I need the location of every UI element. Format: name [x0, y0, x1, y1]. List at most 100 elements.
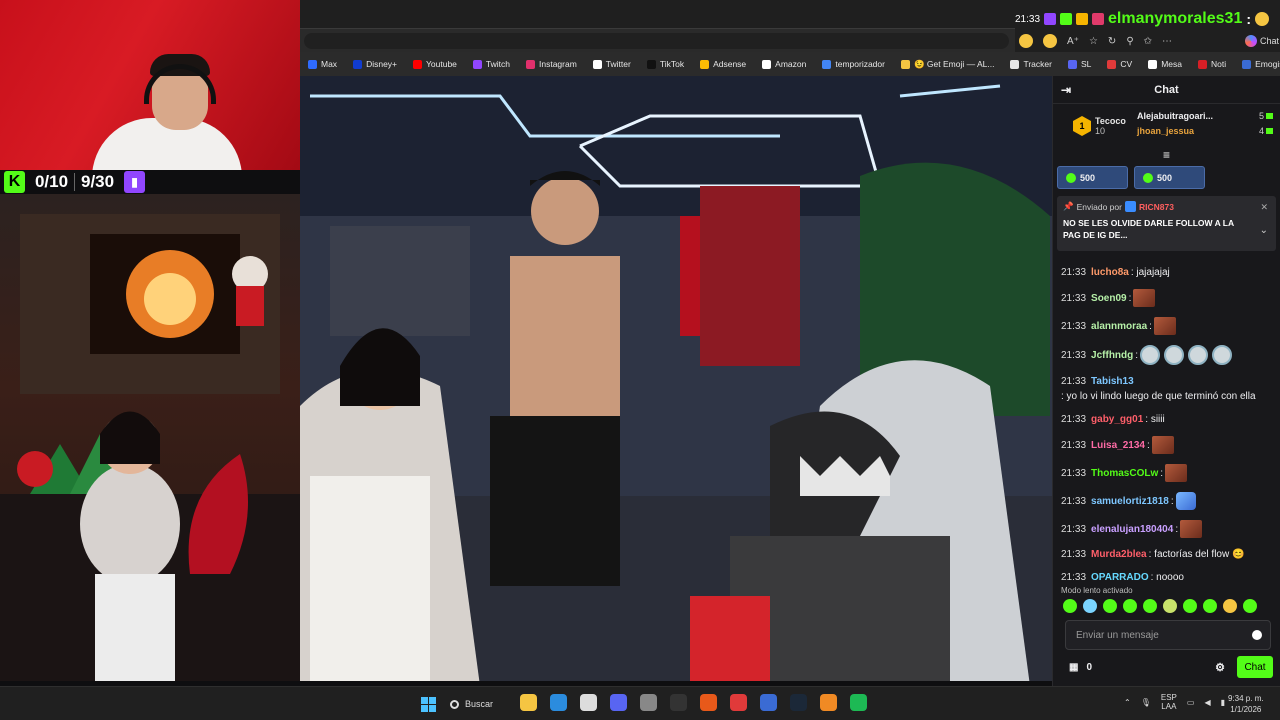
message-username[interactable]: Murda2blea	[1091, 548, 1147, 561]
channel-points[interactable]: ▦ 0	[1069, 662, 1092, 673]
expand-leaderboard-icon[interactable]: ≡	[1053, 149, 1280, 162]
app-icon[interactable]	[820, 694, 837, 711]
app-icon[interactable]	[760, 694, 777, 711]
kicks-gift-button[interactable]: 500	[1057, 166, 1128, 189]
obs-icon[interactable]	[640, 694, 657, 711]
emote-button[interactable]	[1083, 599, 1097, 613]
emote-button[interactable]	[1063, 599, 1077, 613]
copilot-icon	[1244, 35, 1257, 47]
bookmark-item[interactable]: Disney+	[345, 52, 405, 76]
message-username[interactable]: lucho8a	[1091, 266, 1129, 279]
message-text: : noooo	[1150, 572, 1184, 583]
url-field[interactable]	[304, 33, 1009, 49]
bookmark-item[interactable]: Noti	[1190, 52, 1234, 76]
bookmark-item[interactable]: TikTok	[639, 52, 692, 76]
emote-button[interactable]	[1183, 599, 1197, 613]
emote-button[interactable]	[1123, 599, 1137, 613]
bookmark-item[interactable]: Mesa	[1140, 52, 1190, 76]
discord-icon[interactable]	[610, 694, 627, 711]
more-icon[interactable]: ⋯	[1162, 36, 1172, 47]
message-username[interactable]: samuelortiz1818	[1091, 495, 1169, 508]
message-username[interactable]: Jcffhndg	[1091, 349, 1133, 362]
bookmark-favicon-icon	[1148, 59, 1158, 69]
file-explorer-icon[interactable]	[520, 694, 537, 711]
browser-address-bar[interactable]	[300, 28, 1015, 52]
message-username[interactable]: Luisa_2134	[1091, 439, 1145, 452]
extensions-icon[interactable]: ⚲	[1126, 36, 1133, 47]
message-text: :	[1146, 439, 1150, 451]
twitch-goal-count: 9/30	[80, 172, 115, 191]
chevron-up-icon[interactable]: ⌃	[1124, 698, 1131, 707]
emote-button[interactable]	[1103, 599, 1117, 613]
language-indicator[interactable]: ESP LAA	[1161, 693, 1177, 711]
bookmark-item[interactable]: Tracker	[1002, 52, 1060, 76]
emote-button[interactable]	[1203, 599, 1217, 613]
message-username[interactable]: ThomasCOLw	[1091, 467, 1158, 480]
emote-image	[1133, 289, 1156, 307]
bookmark-item[interactable]: Twitch	[465, 52, 518, 76]
epic-games-icon[interactable]	[670, 694, 687, 711]
bookmark-item[interactable]: SL	[1060, 52, 1099, 76]
edge-icon[interactable]	[550, 694, 567, 711]
bookmark-item[interactable]: Adsense	[692, 52, 754, 76]
emote-image	[1140, 345, 1161, 365]
emoji-picker-icon[interactable]	[1252, 630, 1262, 640]
emote-image	[1188, 345, 1209, 365]
bookmark-item[interactable]: Amazon	[754, 52, 814, 76]
message-username[interactable]: Tabish13	[1091, 375, 1134, 388]
emote-button[interactable]	[1243, 599, 1257, 613]
windows-start-icon[interactable]	[421, 697, 436, 712]
bookmark-item[interactable]: temporizador	[814, 52, 893, 76]
bookmark-item[interactable]: Twitter	[585, 52, 639, 76]
bookmark-item[interactable]: Youtube	[405, 52, 465, 76]
message-username[interactable]: alannmoraa	[1091, 320, 1147, 333]
bookmark-item[interactable]: Emogis	[1234, 52, 1280, 76]
emote-button[interactable]	[1223, 599, 1237, 613]
taskbar-clock[interactable]: 9:34 p. m. 1/1/2026	[1228, 693, 1264, 715]
spotify-icon[interactable]	[850, 694, 867, 711]
app-icon[interactable]	[580, 694, 597, 711]
message-username[interactable]: gaby_gg01	[1091, 413, 1143, 426]
app-icon[interactable]	[730, 694, 747, 711]
bookmark-item[interactable]: Max	[300, 52, 345, 76]
volume-icon[interactable]: ◀	[1204, 698, 1210, 707]
message-time: 21:33	[1061, 439, 1087, 451]
send-chat-button[interactable]: Chat	[1237, 656, 1273, 678]
pinned-message[interactable]: 📌 Enviado por RICN873 NO SE LES OLVIDE D…	[1057, 196, 1276, 251]
leaderboard-value: 4	[1258, 125, 1264, 136]
unpin-icon[interactable]: ✕	[1260, 202, 1268, 213]
message-username[interactable]: elenalujan180404	[1091, 523, 1173, 536]
bookmark-favicon-icon	[592, 59, 602, 69]
emote-button[interactable]	[1163, 599, 1177, 613]
app-icon[interactable]	[700, 694, 717, 711]
bookmark-item[interactable]: CV	[1099, 52, 1140, 76]
bookmark-label: SL	[1080, 59, 1092, 69]
bookmark-item[interactable]: Instagram	[518, 52, 585, 76]
kicks-gift-button[interactable]: 500	[1134, 166, 1205, 189]
chat-message-input[interactable]: Enviar un mensaje	[1065, 620, 1271, 650]
bookmark-label: Max	[321, 59, 338, 69]
moderator-badge-icon	[1124, 201, 1136, 212]
bookmark-label: Twitter	[605, 59, 631, 69]
battery-icon[interactable]: ▮	[1221, 698, 1225, 707]
message-username[interactable]: OPARRADO	[1091, 571, 1149, 584]
microphone-icon[interactable]: 🎙	[1141, 698, 1151, 707]
chevron-down-icon[interactable]: ⌄	[1260, 225, 1268, 236]
favorites-icon[interactable]: ✩	[1144, 36, 1152, 47]
collapse-chat-icon[interactable]: ⇥	[1061, 83, 1071, 97]
emote-image	[1153, 317, 1176, 335]
emote-button[interactable]	[1143, 599, 1157, 613]
message-time: 21:33	[1061, 523, 1087, 535]
stream-video[interactable]	[300, 76, 1052, 681]
translate-icon[interactable]: A⁺	[1067, 36, 1079, 47]
taskbar-search[interactable]: Buscar	[450, 694, 512, 714]
gear-icon[interactable]: ⚙	[1215, 661, 1225, 674]
network-icon[interactable]: ▭	[1187, 698, 1195, 707]
steam-icon[interactable]	[790, 694, 807, 711]
bookmark-label: 😉 Get Emoji — AL...	[913, 58, 995, 69]
bookmark-item[interactable]: 😉 Get Emoji — AL...	[893, 52, 1003, 76]
copilot-chat-button[interactable]: Chat	[1244, 35, 1279, 47]
message-username[interactable]: Soen09	[1091, 292, 1127, 305]
favorite-star-icon[interactable]: ☆	[1089, 36, 1098, 47]
refresh-icon[interactable]: ↻	[1108, 36, 1116, 47]
